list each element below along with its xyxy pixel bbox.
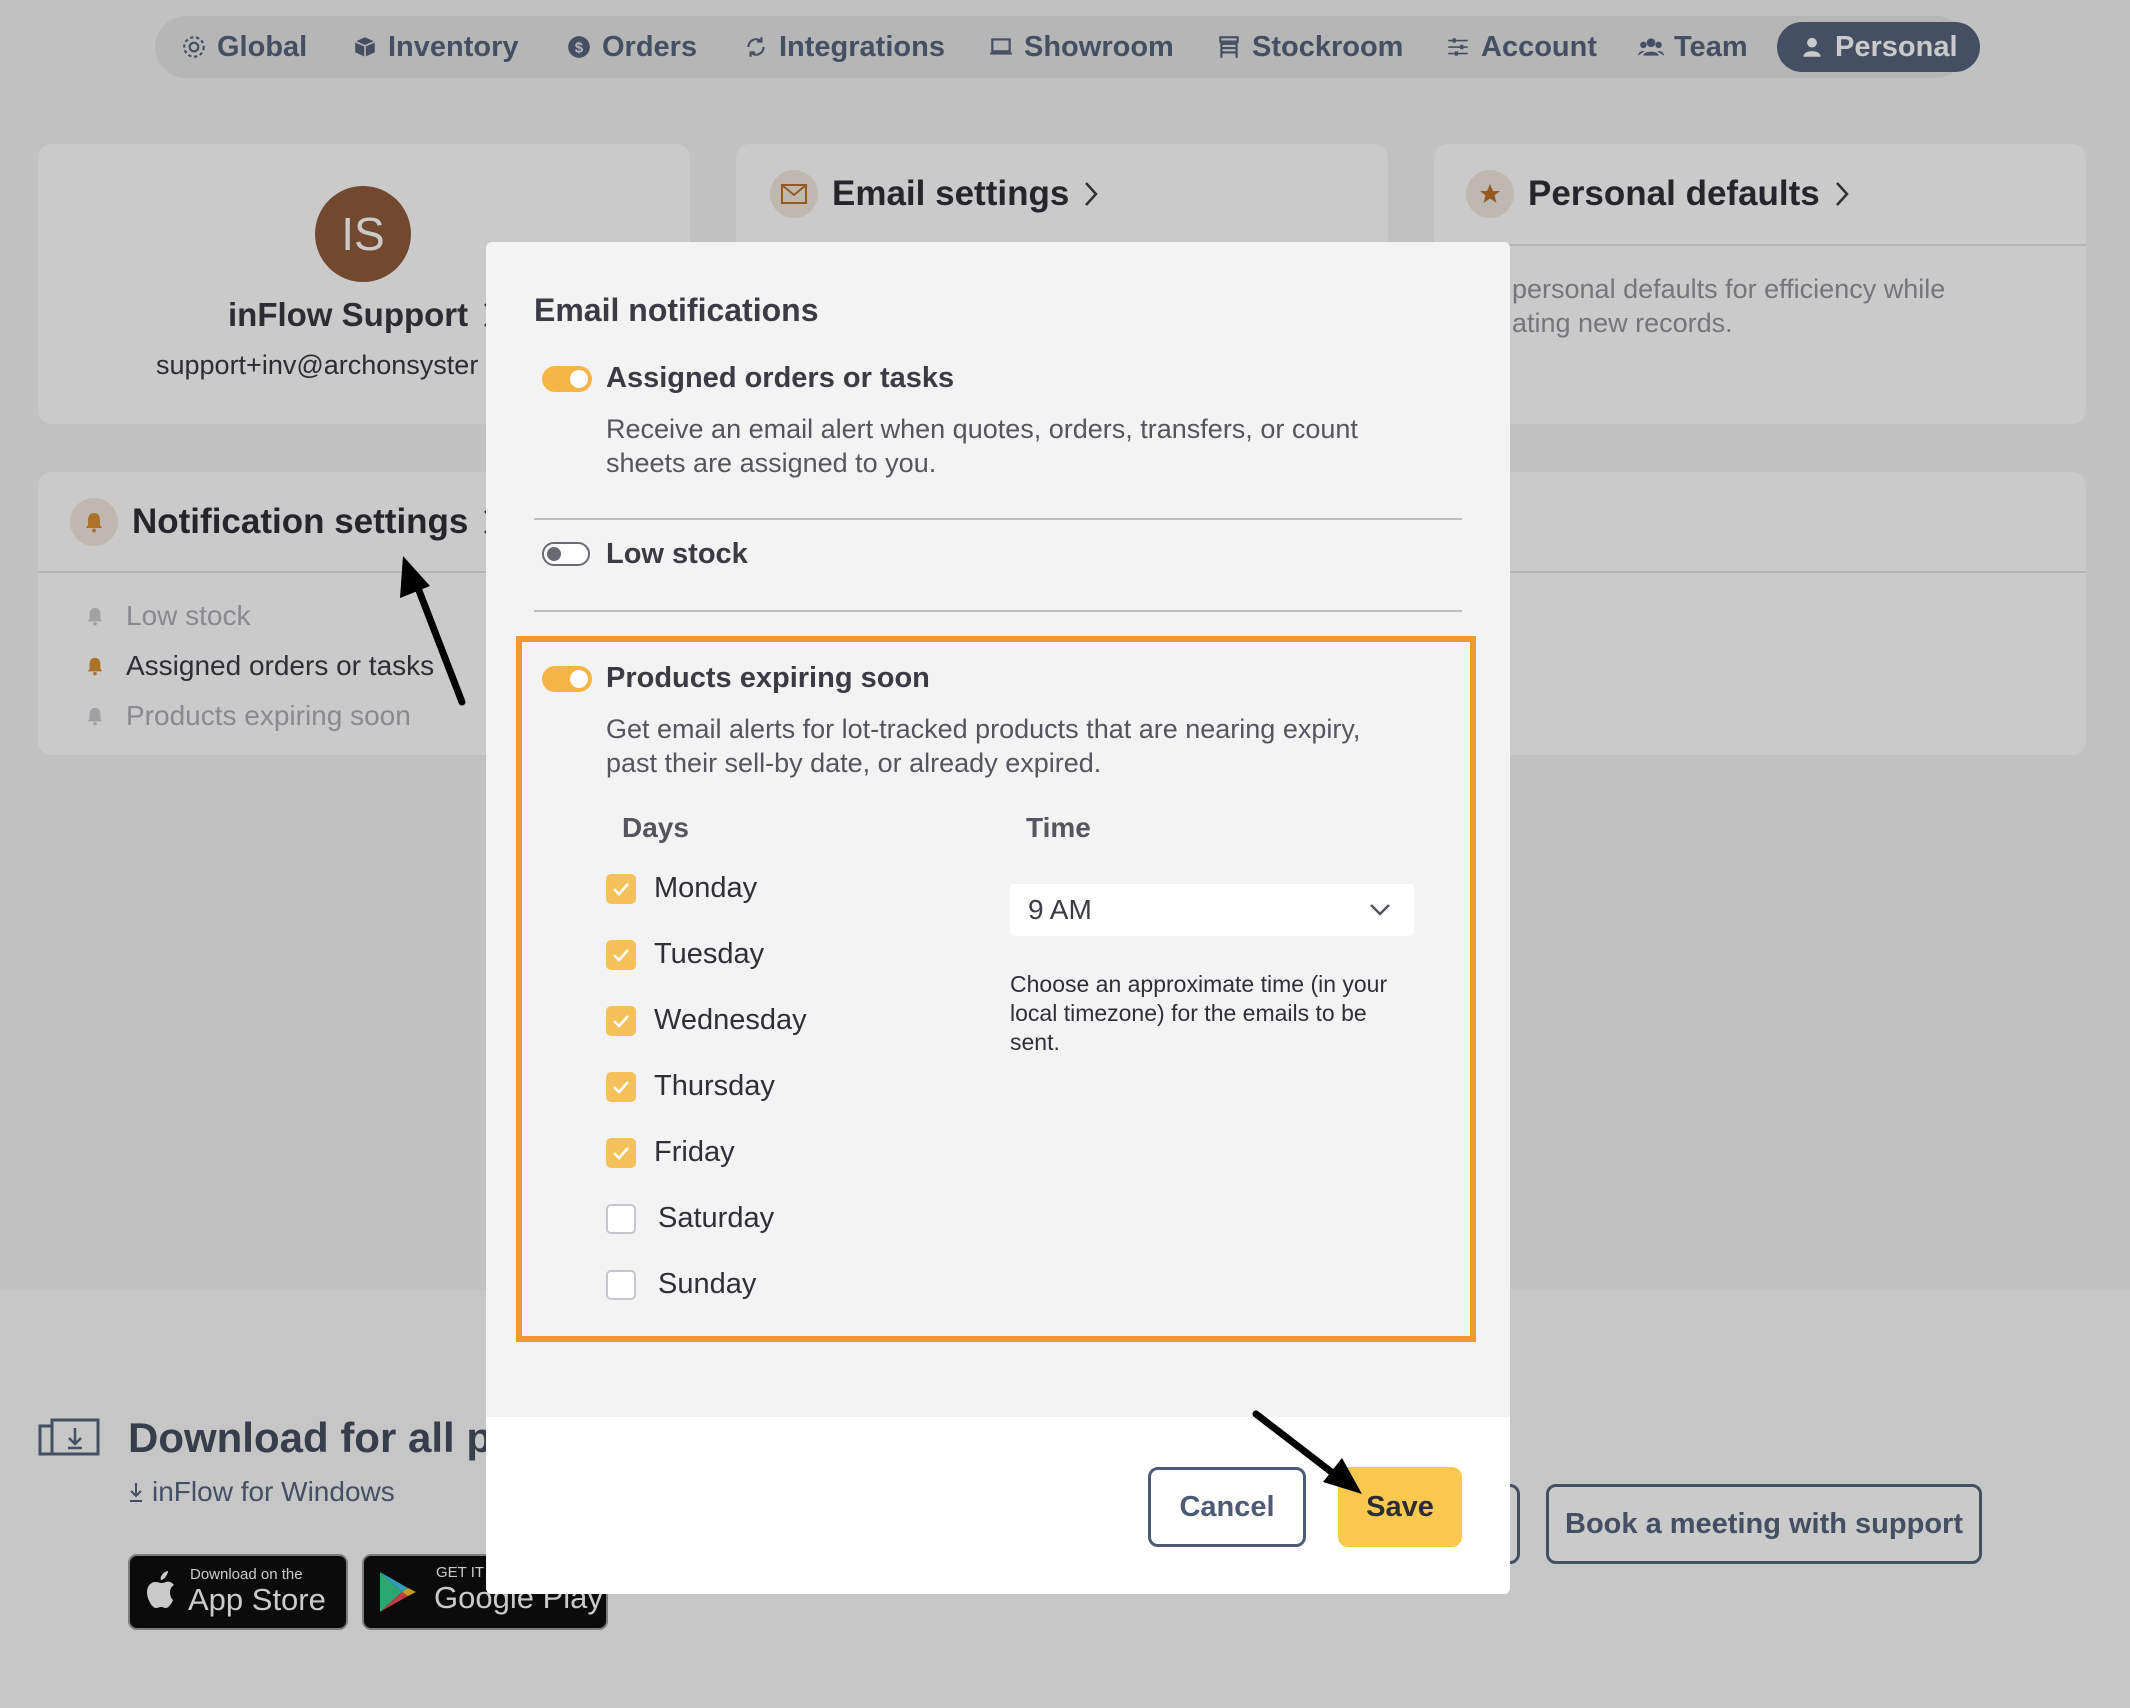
- arrow-to-save-button: [1252, 1410, 1362, 1494]
- annotation-arrows: [400, 556, 1362, 1494]
- arrow-to-notification-settings: [400, 556, 466, 706]
